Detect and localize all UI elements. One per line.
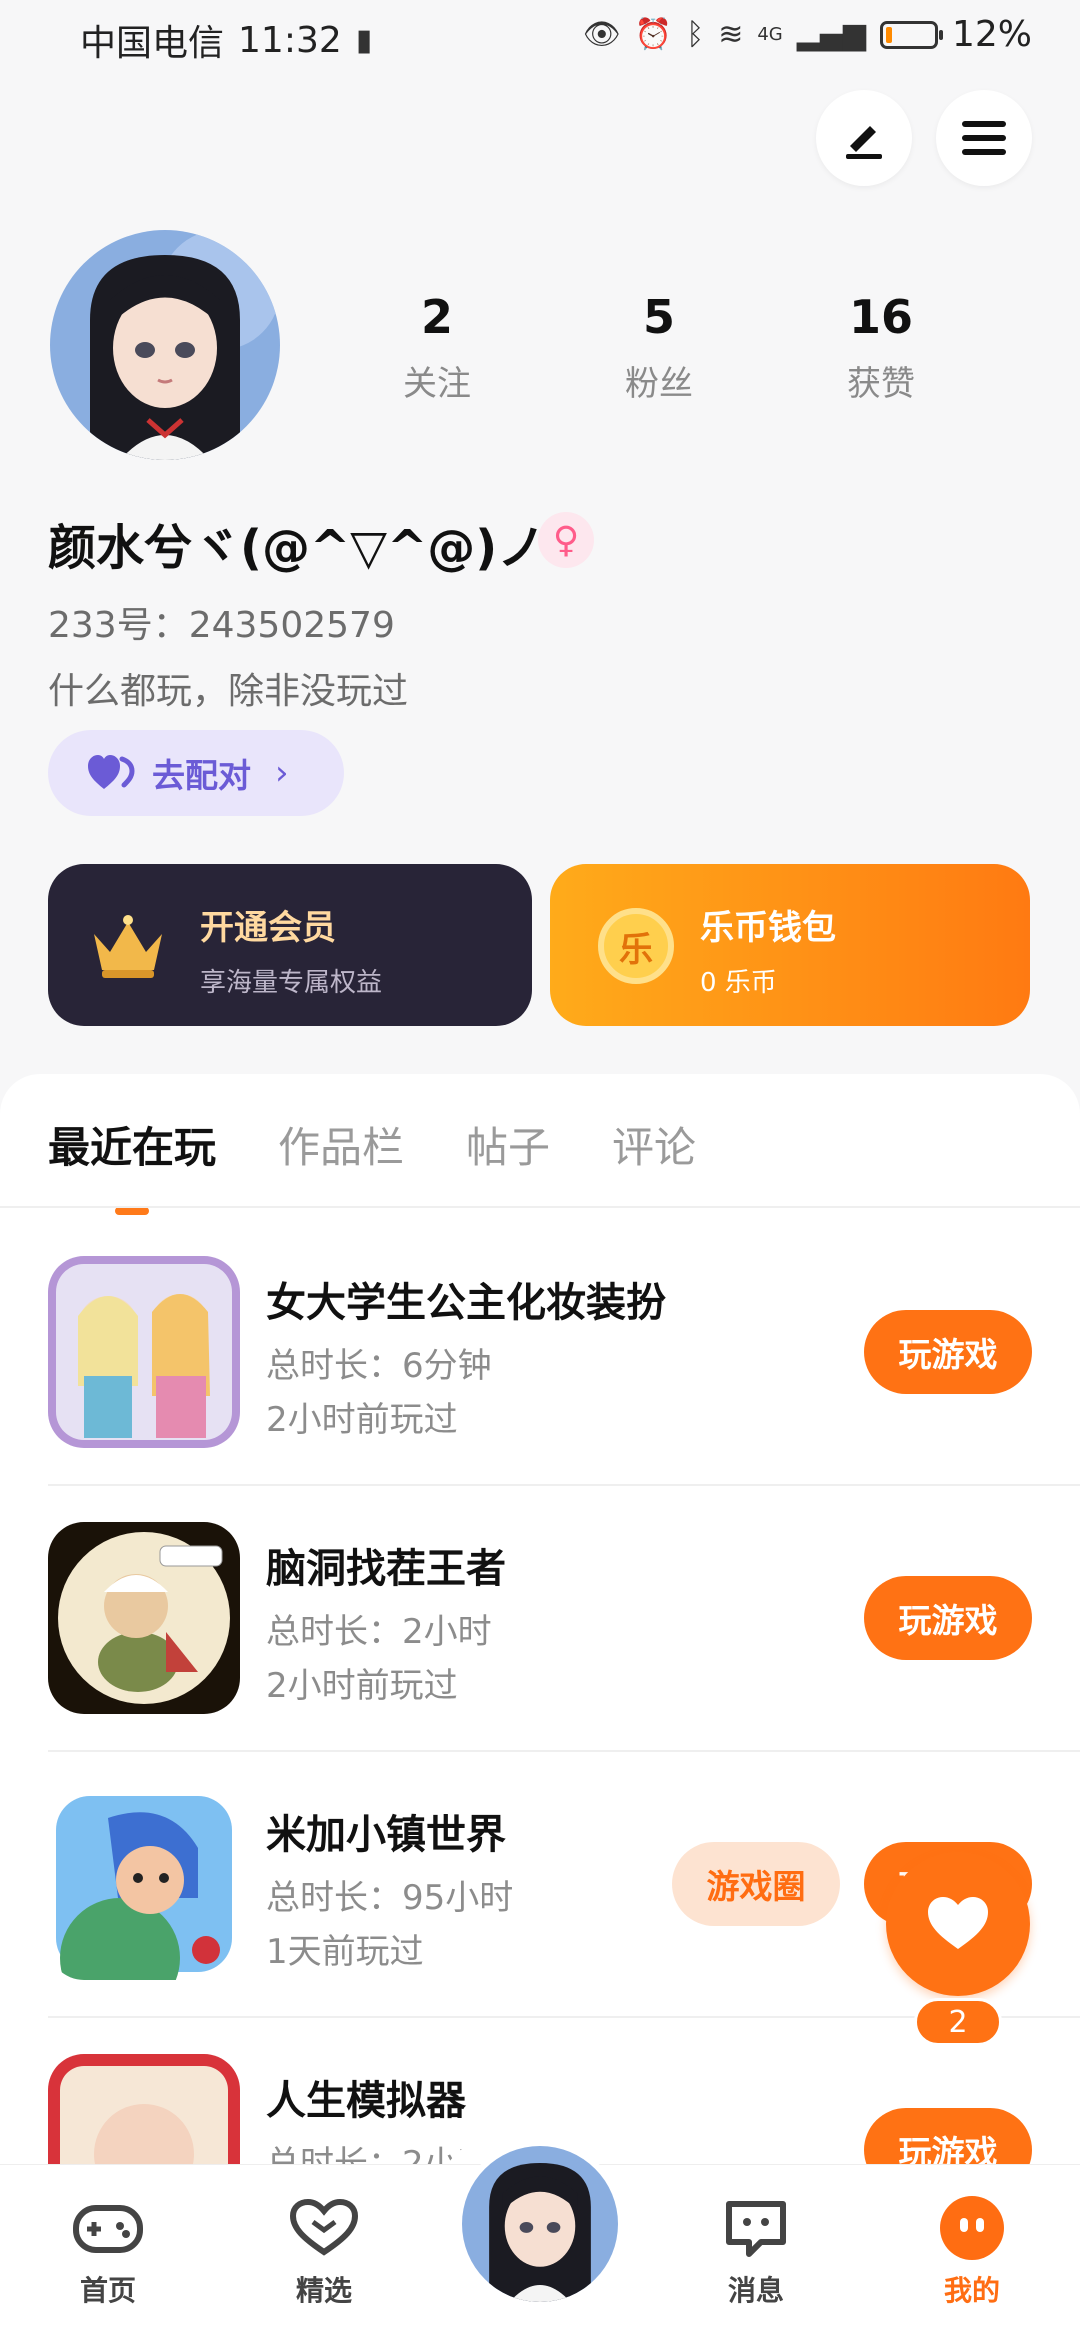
network-type: 4G xyxy=(757,24,783,45)
play-game-button[interactable]: 玩游戏 xyxy=(864,1576,1032,1660)
user-id: 233号：243502579 xyxy=(48,605,395,646)
pair-button[interactable]: 去配对 › xyxy=(48,730,344,816)
nav-label: 消息 xyxy=(727,2274,784,2307)
tab-works[interactable]: 作品栏 xyxy=(278,1114,404,1175)
battery-fill xyxy=(885,26,892,43)
like-count-badge: 2 xyxy=(914,1998,1002,2046)
me-icon xyxy=(902,2193,1042,2263)
avatar-image xyxy=(50,230,280,460)
wallet-subtitle: 0 乐币 xyxy=(700,968,777,998)
stat-value: 2 xyxy=(420,290,453,344)
wifi-icon: ≋ xyxy=(718,17,744,52)
edit-profile-button[interactable] xyxy=(816,90,912,186)
battery-icon xyxy=(879,20,943,49)
chevron-right-icon: › xyxy=(275,753,289,793)
game-image xyxy=(48,1522,240,1714)
game-image xyxy=(48,1256,240,1448)
gamepad-icon xyxy=(38,2193,178,2263)
stat-value: 5 xyxy=(642,290,675,344)
chat-icon xyxy=(686,2193,826,2263)
floating-like-button[interactable] xyxy=(886,1852,1030,1996)
tab-comments[interactable]: 评论 xyxy=(612,1114,696,1175)
stat-label: 粉丝 xyxy=(625,364,693,404)
avatar-image xyxy=(462,2146,618,2302)
game-thumbnail xyxy=(48,1522,240,1714)
crown-icon xyxy=(94,915,162,978)
vip-title: 开通会员 xyxy=(200,908,336,948)
wallet-card[interactable]: 乐 乐币钱包 0 乐币 xyxy=(550,864,1030,1026)
profile-tabs: 最近在玩 作品栏 帖子 评论 xyxy=(48,1114,696,1175)
play-game-button[interactable]: 玩游戏 xyxy=(864,1310,1032,1394)
divider xyxy=(48,1484,1080,1486)
profile-avatar[interactable] xyxy=(50,230,280,460)
nav-home[interactable]: 首页 xyxy=(38,2193,178,2309)
wallet-title: 乐币钱包 xyxy=(700,908,836,948)
bluetooth-icon: ᛒ xyxy=(686,17,705,52)
status-bar: 中国电信 11:32 ▮ 👁 ⏰ ᛒ ≋ 4G ▂▄▆ 12% xyxy=(0,0,1080,76)
stat-label: 关注 xyxy=(403,364,471,404)
alarm-icon: ⏰ xyxy=(634,17,673,52)
stat-following[interactable]: 2 关注 xyxy=(362,290,512,405)
nav-avatar-button[interactable] xyxy=(456,2140,624,2308)
sim-icon: ▮ xyxy=(355,22,373,58)
carrier-label: 中国电信 xyxy=(80,23,225,64)
divider xyxy=(48,1750,1080,1752)
stat-value: 16 xyxy=(848,290,913,344)
double-heart-icon xyxy=(88,755,135,789)
list-item[interactable]: 脑洞找茬王者 总时长：2小时 2小时前玩过 玩游戏 xyxy=(48,1522,1080,1788)
game-last-played: 2小时前玩过 xyxy=(266,1666,458,1706)
battery-percent: 12% xyxy=(951,14,1032,55)
eye-icon: 👁 xyxy=(582,17,621,52)
stat-followers[interactable]: 5 粉丝 xyxy=(584,290,734,405)
user-bio: 什么都玩，除非没玩过 xyxy=(48,671,409,712)
female-gender-icon: ♀ xyxy=(538,512,594,568)
coin-icon: 乐 xyxy=(598,908,674,984)
signal-icon: ▂▄▆ xyxy=(796,17,866,52)
nav-label: 我的 xyxy=(943,2274,1000,2307)
status-left: 中国电信 11:32 ▮ xyxy=(80,14,372,66)
nav-label: 精选 xyxy=(295,2274,352,2307)
menu-button[interactable] xyxy=(936,90,1032,186)
game-last-played: 2小时前玩过 xyxy=(266,1400,458,1440)
vip-subtitle: 享海量专属权益 xyxy=(200,968,383,998)
game-last-played: 1天前玩过 xyxy=(266,1932,424,1972)
username: 颜水兮ヾ(@^▽^@)ノ xyxy=(48,520,546,576)
stat-label: 获赞 xyxy=(847,364,915,404)
nav-me[interactable]: 我的 xyxy=(902,2193,1042,2309)
tab-posts[interactable]: 帖子 xyxy=(466,1114,550,1175)
heart-outline-icon xyxy=(254,2193,394,2263)
game-name: 人生模拟器 xyxy=(266,2078,466,2124)
stat-likes[interactable]: 16 获赞 xyxy=(806,290,956,405)
heart-icon xyxy=(928,1897,988,1949)
nav-featured[interactable]: 精选 xyxy=(254,2193,394,2309)
vip-card[interactable]: 开通会员 享海量专属权益 xyxy=(48,864,532,1026)
game-name: 女大学生公主化妆装扮 xyxy=(266,1280,666,1326)
game-name: 脑洞找茬王者 xyxy=(266,1546,506,1592)
game-duration: 总时长：6分钟 xyxy=(266,1346,492,1386)
divider xyxy=(0,1206,1080,1208)
game-thumbnail xyxy=(48,1788,240,1980)
tab-recent[interactable]: 最近在玩 xyxy=(48,1114,216,1175)
nav-messages[interactable]: 消息 xyxy=(686,2193,826,2309)
game-image xyxy=(48,1788,240,1980)
clock: 11:32 xyxy=(238,19,342,61)
pair-label: 去配对 xyxy=(152,756,251,795)
pen-icon xyxy=(846,126,882,159)
game-duration: 总时长：95小时 xyxy=(266,1878,514,1918)
game-circle-button[interactable]: 游戏圈 xyxy=(672,1842,840,1926)
hamburger-icon xyxy=(962,121,1006,155)
game-duration: 总时长：2小时 xyxy=(266,1612,492,1652)
nav-label: 首页 xyxy=(79,2274,136,2307)
game-thumbnail xyxy=(48,1256,240,1448)
status-right: 👁 ⏰ ᛒ ≋ 4G ▂▄▆ 12% xyxy=(583,14,1032,55)
list-item[interactable]: 女大学生公主化妆装扮 总时长：6分钟 2小时前玩过 玩游戏 xyxy=(48,1256,1080,1522)
game-name: 米加小镇世界 xyxy=(266,1812,506,1858)
